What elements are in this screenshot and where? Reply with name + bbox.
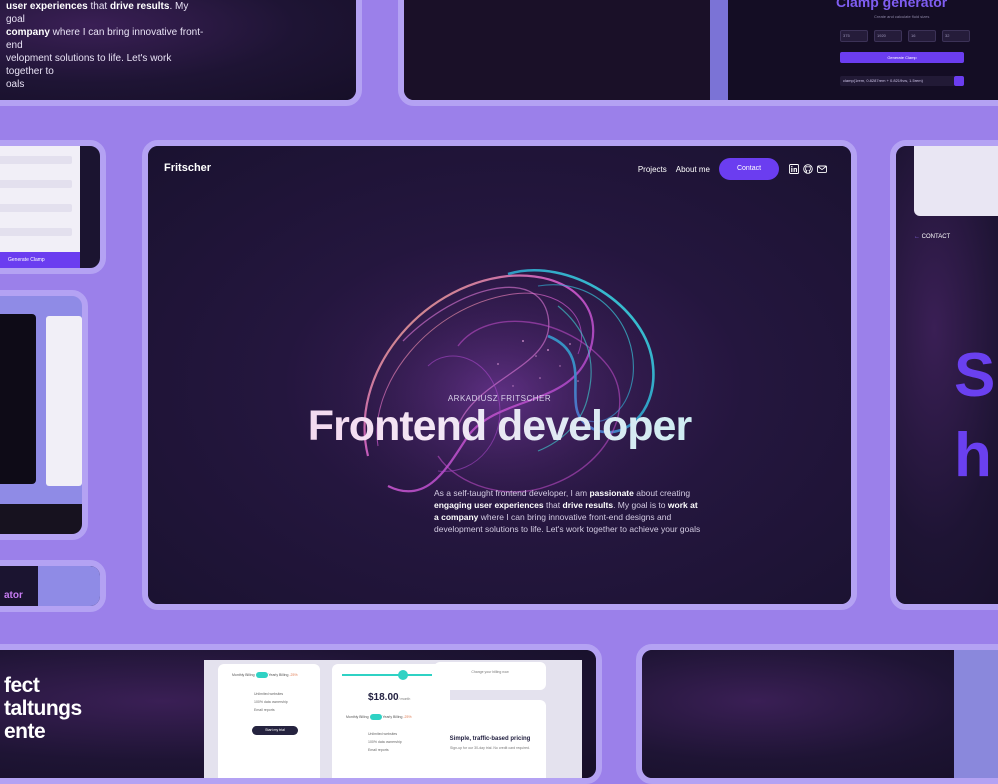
top-navigation: Projects About me Contact	[638, 158, 827, 180]
clamp-fields: 375 1920 16 32	[840, 30, 970, 42]
preview-card-hero-text: user experiences that drive results. My …	[0, 0, 362, 106]
clamp-generator-title: Clamp generator	[836, 0, 948, 10]
min-size-field[interactable]: 16	[908, 30, 936, 42]
contact-button[interactable]: Contact	[719, 158, 779, 180]
feature-list: Unlimited websites 100% data ownership E…	[254, 692, 288, 712]
generator-label: ator	[4, 590, 23, 601]
generate-clamp-button[interactable]: Generate Clamp	[840, 52, 964, 63]
max-viewport-field[interactable]: 1920	[874, 30, 902, 42]
linkedin-icon[interactable]	[789, 164, 799, 174]
card-background	[642, 650, 998, 778]
accent-stripe	[710, 0, 728, 100]
form-row	[0, 228, 72, 236]
min-viewport-field[interactable]: 375	[840, 30, 868, 42]
nav-projects[interactable]: Projects	[638, 165, 667, 174]
form-row	[0, 204, 72, 212]
form-row	[0, 180, 72, 188]
dark-device	[0, 314, 36, 484]
clamp-generator-subtitle: Create and calculate fluid sizes	[874, 14, 930, 19]
preview-card-bottom-right	[636, 644, 998, 784]
mail-icon[interactable]	[817, 164, 827, 174]
accent-block	[954, 650, 998, 778]
copy-icon[interactable]	[954, 76, 964, 86]
abstract-particle-sculpture	[318, 261, 678, 526]
generate-clamp-button[interactable]: Generate Clamp	[0, 252, 80, 268]
card-background: user experiences that drive results. My …	[0, 0, 356, 100]
editor-pane	[404, 0, 710, 100]
start-trial-button[interactable]: Start my trial	[252, 726, 298, 735]
pricing-mockups: Monthly Billing Yearly Billing -25% Unli…	[204, 660, 582, 778]
billing-toggle[interactable]	[369, 714, 382, 720]
hero-text-fragment: user experiences that drive results. My …	[6, 1, 204, 90]
large-heading-fragment: Sh	[954, 341, 996, 490]
slider-handle[interactable]	[398, 670, 408, 680]
pageviews-slider[interactable]	[342, 674, 432, 676]
contact-link[interactable]: ← CONTACT	[914, 234, 950, 240]
preview-card-clamp-form: Generate Clamp	[0, 140, 106, 274]
form-row	[0, 156, 72, 164]
preview-card-clamp-generator: Clamp generator Create and calculate flu…	[398, 0, 998, 106]
intro-paragraph: As a self-taught frontend developer, I a…	[434, 488, 701, 534]
nav-about-me[interactable]: About me	[676, 165, 710, 174]
preview-card-pricing: fect taltungs ente Monthly Billing Yearl…	[0, 644, 602, 784]
accent-block	[38, 566, 100, 606]
feature-list: Unlimited websites 100% data ownership E…	[368, 732, 402, 752]
site-logo[interactable]: Fritscher	[164, 162, 211, 174]
form-panel: Generate Clamp	[0, 146, 80, 268]
clamp-output: clamp(1rem, 0.8287rem + 0.8219vw, 1.5rem…	[840, 76, 955, 86]
card-footer	[0, 504, 82, 534]
arrow-left-icon: ←	[914, 234, 920, 240]
light-panel	[914, 146, 998, 216]
github-icon[interactable]	[803, 164, 813, 174]
preview-card-devices	[0, 290, 88, 540]
pricing-headline-card: Simple, traffic-based pricing Sign-up fo…	[434, 700, 546, 778]
billing-toggle[interactable]	[255, 672, 268, 678]
pricing-note-card: Change your billing now	[434, 662, 546, 690]
max-size-field[interactable]: 32	[942, 30, 970, 42]
light-device	[46, 316, 82, 486]
german-heading-fragment: fect taltungs ente	[4, 674, 82, 743]
page-title: Frontend developer	[148, 402, 851, 451]
pricing-card-center: $18.00/ month Monthly Billing Yearly Bil…	[332, 664, 450, 778]
preview-card-contact: ← CONTACT Sh	[890, 140, 998, 610]
main-portfolio-screen: Fritscher Projects About me Contact ARKA…	[142, 140, 857, 610]
pricing-card-left: Monthly Billing Yearly Billing -25% Unli…	[218, 664, 320, 778]
preview-card-generator: ator	[0, 560, 106, 612]
